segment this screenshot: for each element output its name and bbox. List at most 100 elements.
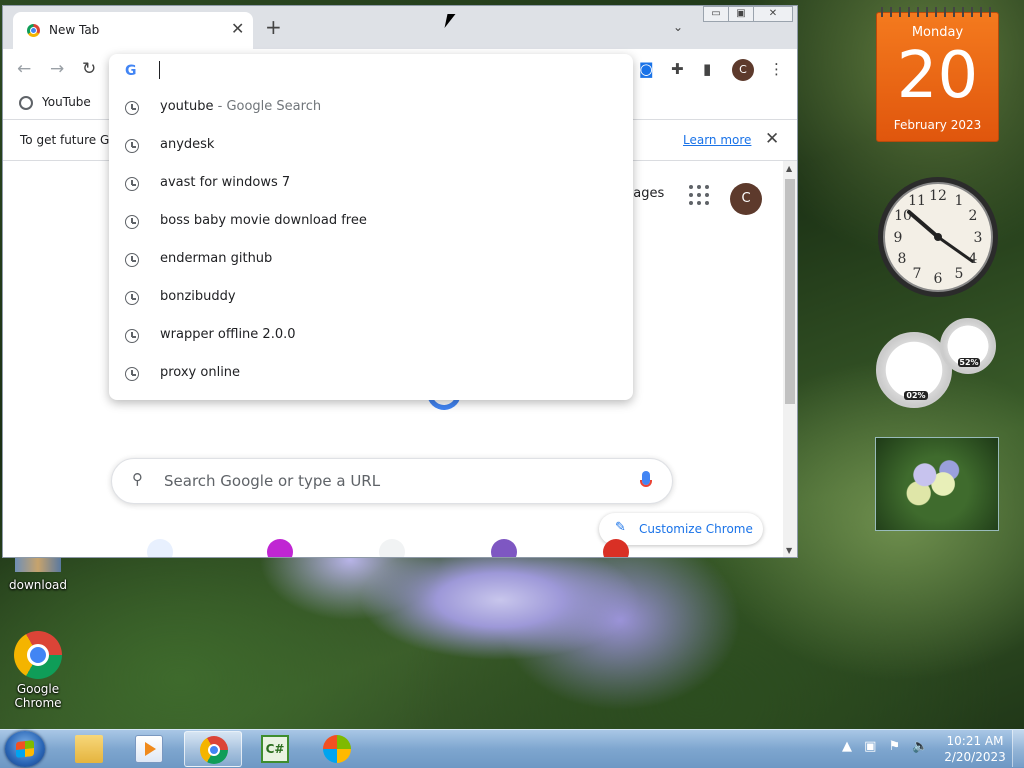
back-button[interactable]: ← [17, 59, 31, 79]
history-clock-icon [125, 101, 139, 115]
csharp-icon: C# [261, 735, 289, 763]
desktop-icon-label-download[interactable]: download [6, 578, 70, 592]
download-folder-icon[interactable] [15, 558, 61, 572]
desktop-icon-label-chrome[interactable]: Google Chrome [6, 682, 70, 710]
memory-value: 52% [958, 358, 980, 367]
search-icon: ⚲ [132, 470, 143, 488]
folder-icon [75, 735, 103, 763]
taskbar-chrome[interactable] [184, 731, 242, 767]
google-g-icon: G [125, 63, 137, 79]
learn-more-link[interactable]: Learn more [683, 133, 751, 147]
taskbar-clock[interactable]: 10:21 AM 2/20/2023 [940, 733, 1010, 765]
profile-avatar[interactable]: C [732, 59, 754, 81]
customize-chrome-label: Customize Chrome [639, 522, 753, 536]
suggestion-item[interactable]: wrapper offline 2.0.0 [109, 317, 633, 355]
shortcut-tile[interactable] [491, 539, 517, 557]
omnibox-dropdown: G youtube - Google Search anydesk avast … [109, 54, 633, 400]
suggestion-item[interactable]: avast for windows 7 [109, 165, 633, 203]
tab-close-icon[interactable]: ✕ [231, 19, 244, 38]
forward-button[interactable]: → [50, 59, 64, 79]
shortcut-tile[interactable] [147, 539, 173, 557]
history-clock-icon [125, 291, 139, 305]
calendar-rings [881, 7, 994, 17]
history-clock-icon [125, 329, 139, 343]
info-bar-text: To get future G [20, 133, 110, 147]
omnibox-input[interactable] [159, 61, 160, 79]
apps-grid-icon[interactable] [689, 185, 709, 205]
calendar-month-year: February 2023 [893, 118, 982, 132]
suggestion-text: enderman github [160, 251, 273, 266]
suggestion-item[interactable]: youtube - Google Search [109, 89, 633, 127]
volume-icon[interactable]: 🔈 [912, 739, 928, 754]
customize-chrome-button[interactable]: ✎ Customize Chrome [599, 513, 763, 545]
new-tab-button[interactable]: + [265, 17, 282, 37]
network-icon[interactable]: ▣ [864, 739, 876, 754]
start-button[interactable] [5, 731, 45, 767]
show-hidden-icons-icon[interactable]: ▲ [842, 739, 852, 754]
suggestion-text: wrapper offline 2.0.0 [160, 327, 296, 342]
chrome-favicon-icon [27, 24, 40, 37]
account-avatar[interactable]: C [730, 183, 762, 215]
scroll-up-icon[interactable]: ▲ [786, 164, 792, 173]
shortcut-tile[interactable] [379, 539, 405, 557]
history-clock-icon [125, 215, 139, 229]
page-scrollbar[interactable]: ▲ ▼ [783, 161, 797, 557]
suggestion-item[interactable]: boss baby movie download free [109, 203, 633, 241]
svg-text:9: 9 [894, 230, 903, 246]
scroll-down-icon[interactable]: ▼ [786, 546, 792, 555]
svg-text:6: 6 [934, 271, 943, 287]
shortcut-tile[interactable] [603, 539, 629, 557]
reload-button[interactable]: ↻ [82, 59, 96, 79]
side-panel-icon[interactable]: ▮ [703, 59, 711, 79]
suggestion-item[interactable]: anydesk [109, 127, 633, 165]
suggestion-item[interactable]: proxy online [109, 355, 633, 393]
taskbar-windows-xp[interactable] [308, 731, 366, 767]
extensions-icon[interactable]: ✚ [671, 59, 684, 79]
svg-text:1: 1 [955, 193, 964, 209]
show-desktop-button[interactable] [1012, 730, 1024, 767]
suggestion-item[interactable]: bonzibuddy [109, 279, 633, 317]
windows-logo-icon [16, 740, 34, 758]
maximize-button[interactable]: ▣ [728, 6, 754, 22]
search-placeholder: Search Google or type a URL [164, 472, 381, 490]
suggestion-item[interactable]: enderman github [109, 241, 633, 279]
suggestion-text: boss baby movie download free [160, 213, 367, 228]
tab-title: New Tab [49, 23, 100, 37]
memory-meter-gadget[interactable]: 52% [940, 318, 996, 374]
svg-text:11: 11 [908, 193, 926, 209]
taskbar-csharp[interactable]: C# [246, 731, 304, 767]
taskbar-explorer[interactable] [60, 731, 118, 767]
search-box[interactable]: ⚲ Search Google or type a URL [111, 458, 673, 504]
clock-gadget[interactable]: 12 12 345 678 91011 [876, 175, 1000, 299]
suggestion-text: youtube [160, 99, 214, 114]
calendar-day: 20 [896, 39, 979, 113]
svg-text:3: 3 [974, 230, 983, 246]
suggestion-text: proxy online [160, 365, 241, 380]
suggestion-text: avast for windows 7 [160, 175, 291, 190]
taskbar: C# ▲ ▣ ⚑ 🔈 10:21 AM 2/20/2023 [0, 729, 1024, 768]
close-button[interactable]: ✕ [753, 6, 793, 22]
history-clock-icon [125, 177, 139, 191]
history-clock-icon [125, 367, 139, 381]
screen-capture-icon[interactable]: ◙ [639, 59, 654, 79]
info-bar-close-icon[interactable]: ✕ [765, 129, 779, 149]
system-tray: ▲ ▣ ⚑ 🔈 [842, 739, 937, 754]
minimize-button[interactable]: ▭ [703, 6, 729, 22]
shortcut-tile[interactable] [267, 539, 293, 557]
pencil-icon: ✎ [615, 520, 626, 535]
bookmark-youtube[interactable]: YouTube [42, 95, 91, 109]
tab-new-tab[interactable]: New Tab ✕ [13, 12, 253, 49]
suggestion-suffix: - Google Search [213, 99, 322, 114]
calendar-gadget[interactable]: Monday 20 February 2023 [876, 7, 999, 142]
chrome-desktop-icon[interactable] [14, 631, 62, 679]
globe-icon [19, 96, 33, 110]
scroll-thumb[interactable] [785, 179, 795, 404]
microphone-icon[interactable] [640, 471, 652, 487]
tab-search-icon[interactable]: ⌄ [673, 20, 683, 34]
chrome-icon [200, 736, 228, 764]
tab-strip: New Tab ✕ + ⌄ ▭ ▣ ✕ [3, 6, 797, 49]
taskbar-media-player[interactable] [120, 731, 178, 767]
menu-icon[interactable]: ⋮ [769, 59, 784, 79]
slideshow-gadget[interactable] [875, 437, 999, 531]
action-center-flag-icon[interactable]: ⚑ [889, 739, 901, 754]
